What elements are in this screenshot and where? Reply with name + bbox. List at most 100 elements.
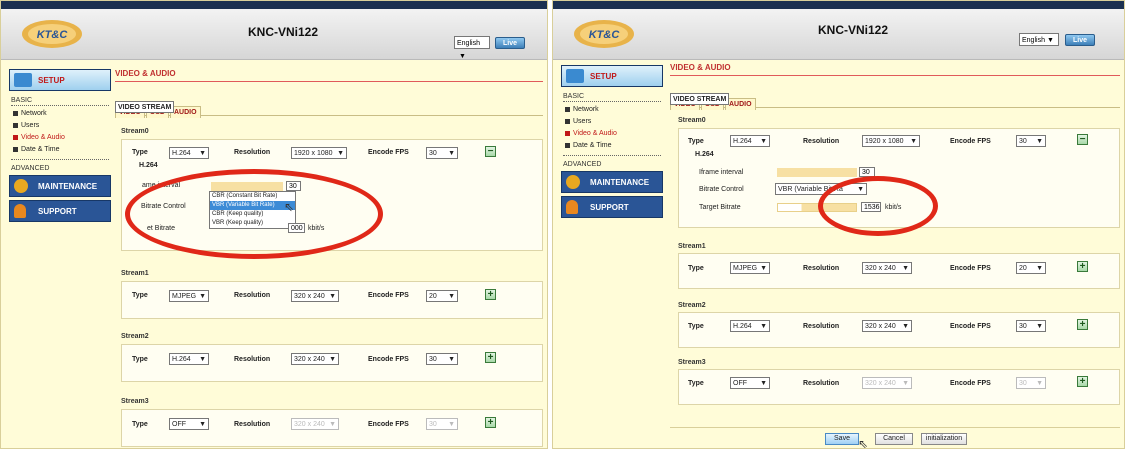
stream1-label: Stream1 [121,270,149,277]
stream3-fps-label: Encode FPS [950,380,991,387]
sidebar-item-network[interactable]: Network [561,104,663,116]
model-title: KNC-VNi122 [818,23,889,37]
stream3-fps-select[interactable]: 30 ▼ [426,418,458,430]
nav-setup[interactable]: SETUP [561,65,663,87]
highlight-ellipse [125,169,383,259]
stream3-fps-select[interactable]: 30 ▼ [1016,377,1046,389]
live-button[interactable]: Live [1065,34,1095,46]
page-title: VIDEO & AUDIO [115,69,176,78]
save-button[interactable]: Save [825,433,859,445]
nav-maintenance[interactable]: MAINTENANCE [561,171,663,193]
stream2-type-select[interactable]: H.264 ▼ [730,320,770,332]
stream1-resolution-select[interactable]: 320 x 240 ▼ [291,290,339,302]
language-select[interactable]: English▼ [1019,33,1059,46]
stream2-expand-button[interactable]: + [1077,319,1088,330]
stream1-label: Stream1 [678,243,706,250]
stream3-type-select[interactable]: OFF ▼ [169,418,209,430]
stream3-resolution-select[interactable]: 320 x 240 ▼ [862,377,912,389]
page-title: VIDEO & AUDIO [670,63,731,72]
tab-video-stream[interactable]: VIDEO STREAM [115,101,175,113]
stream1-type-select[interactable]: MJPEG ▼ [169,290,209,302]
stream3-expand-button[interactable]: + [485,417,496,428]
monitor-icon [14,73,32,87]
stream3-type-select[interactable]: OFF ▼ [730,377,770,389]
live-button[interactable]: Live [495,37,525,49]
stream1-expand-button[interactable]: + [485,289,496,300]
stream1-type-label: Type [132,292,148,299]
sidebar-item-video-audio[interactable]: Video & Audio [9,132,111,144]
stream3-type-label: Type [132,421,148,428]
stream3-expand-button[interactable]: + [1077,376,1088,387]
sidebar-item-video-audio[interactable]: Video & Audio [561,128,663,140]
stream3-type-label: Type [688,380,704,387]
stream0-collapse-button[interactable]: − [485,146,496,157]
stream2-type-label: Type [132,356,148,363]
stream0-fps-select[interactable]: 30 ▼ [1016,135,1046,147]
ktc-logo-icon: KT&C [574,20,634,48]
support-person-icon [566,200,578,214]
stream0-resolution-select[interactable]: 1920 x 1080 ▼ [291,147,347,159]
stream2-fps-select[interactable]: 30 ▼ [1016,320,1046,332]
stream0-codec-label: H.264 [139,162,158,169]
title-underline [670,75,1120,76]
monitor-icon [566,69,584,83]
stream0-fps-label: Encode FPS [368,149,409,156]
stream0-fps-select[interactable]: 30 ▼ [426,147,458,159]
stream0-resolution-label: Resolution [803,138,840,145]
stream0-type-label: Type [132,149,148,156]
stream1-fps-select[interactable]: 20 ▼ [426,290,458,302]
gear-icon [566,175,580,189]
stream3-fps-label: Encode FPS [368,421,409,428]
stream2-fps-select[interactable]: 30 ▼ [426,353,458,365]
stream3-label: Stream3 [121,398,149,405]
stream0-resolution-label: Resolution [234,149,271,156]
tab-video-stream[interactable]: VIDEO STREAM [670,93,730,105]
highlight-ellipse [818,176,938,236]
stream1-fps-select[interactable]: 20 ▼ [1016,262,1046,274]
sidebar-item-network[interactable]: Network [9,108,111,120]
stream3-resolution-label: Resolution [234,421,271,428]
nav-support[interactable]: SUPPORT [561,196,663,218]
stream0-type-select[interactable]: H.264 ▼ [730,135,770,147]
stream0-type-select[interactable]: H.264 ▼ [169,147,209,159]
stream2-type-select[interactable]: H.264 ▼ [169,353,209,365]
ktc-logo-icon: KT&C [22,20,82,48]
sidebar-item-date-time[interactable]: Date & Time [561,140,663,152]
iframe-interval-label: Iframe interval [699,169,744,176]
stream0-type-label: Type [688,138,704,145]
stream2-expand-button[interactable]: + [485,352,496,363]
title-underline [115,81,543,82]
stream1-expand-button[interactable]: + [1077,261,1088,272]
tab-audio[interactable]: AUDIO [724,98,756,110]
initialization-button[interactable]: initialization [921,433,967,445]
top-bar [553,1,1124,9]
nav-advanced-heading: ADVANCED [11,165,50,172]
nav-maintenance[interactable]: MAINTENANCE [9,175,111,197]
language-select[interactable]: English▼ [454,36,490,60]
stream2-resolution-select[interactable]: 320 x 240 ▼ [862,320,912,332]
sidebar-item-users[interactable]: Users [561,116,663,128]
stream3-resolution-label: Resolution [803,380,840,387]
nav-basic-heading: BASIC [563,93,585,100]
stream3-resolution-select[interactable]: 320 x 240 ▼ [291,418,339,430]
stream2-resolution-select[interactable]: 320 x 240 ▼ [291,353,339,365]
support-person-icon [14,204,26,218]
sidebar-item-date-time[interactable]: Date & Time [9,144,111,156]
gear-icon [14,179,28,193]
stream2-label: Stream2 [678,302,706,309]
tab-audio[interactable]: AUDIO [169,106,201,118]
sidebar-item-users[interactable]: Users [9,120,111,132]
stream0-resolution-select[interactable]: 1920 x 1080 ▼ [862,135,920,147]
stream1-type-select[interactable]: MJPEG ▼ [730,262,770,274]
cancel-button[interactable]: Cancel [875,433,913,445]
nav-setup[interactable]: SETUP [9,69,111,91]
model-title: KNC-VNi122 [248,25,319,39]
nav-support[interactable]: SUPPORT [9,200,111,222]
stream1-type-label: Type [688,265,704,272]
iframe-slider[interactable] [777,168,857,177]
stream1-resolution-select[interactable]: 320 x 240 ▼ [862,262,912,274]
stream1-fps-label: Encode FPS [368,292,409,299]
stream0-collapse-button[interactable]: − [1077,134,1088,145]
tab-bar: VIDEO STREAMVIDEOOSDAUDIO [670,93,1120,110]
stream1-resolution-label: Resolution [803,265,840,272]
